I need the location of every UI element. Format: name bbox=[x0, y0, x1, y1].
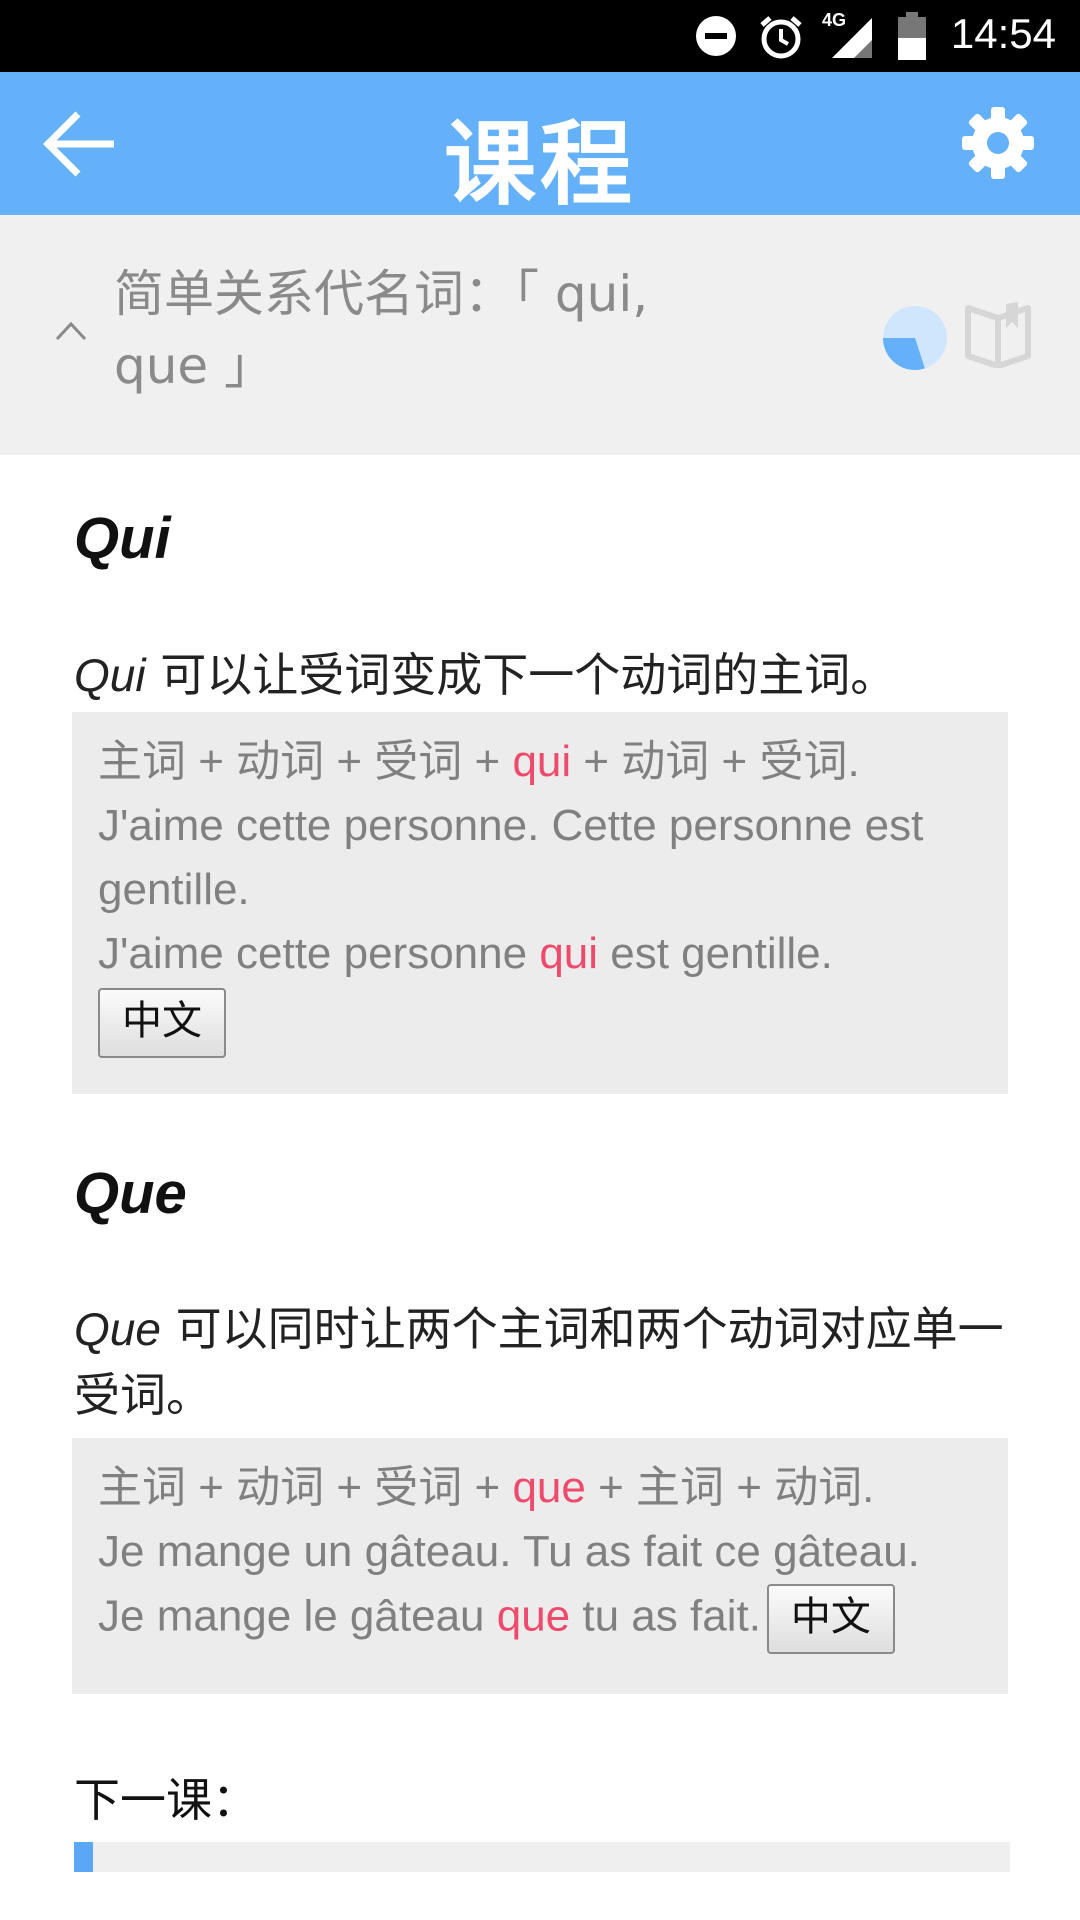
chinese-translation-button[interactable]: 中文 bbox=[98, 988, 226, 1058]
example-2-post: est gentille. bbox=[598, 929, 833, 978]
status-bar: 4G 14:54 bbox=[0, 0, 1080, 72]
example-2-post: tu as fait. bbox=[570, 1591, 761, 1641]
formula-pre: 主词 + 动词 + 受词 + bbox=[98, 1463, 513, 1512]
example-2-pre: Je mange le gâteau bbox=[98, 1591, 497, 1641]
section-intro-qui: Qui 可以让受词变成下一个动词的主词。 bbox=[74, 642, 1014, 708]
chinese-translation-button[interactable]: 中文 bbox=[766, 1584, 895, 1654]
lesson-progress-pie bbox=[883, 306, 947, 370]
next-lesson-progress-fill bbox=[74, 1842, 93, 1872]
section-intro-que: Que 可以同时让两个主词和两个动词对应单一受词。 bbox=[74, 1296, 1014, 1428]
formula-pre: 主词 + 动词 + 受词 + bbox=[98, 737, 513, 786]
example-2-pre: J'aime cette personne bbox=[98, 929, 540, 978]
intro-text: 可以同时让两个主词和两个动词对应单一受词。 bbox=[74, 1302, 1004, 1422]
example-sentence-2: J'aime cette personne qui est gentille. bbox=[98, 922, 982, 986]
formula-keyword: que bbox=[512, 1463, 586, 1512]
section-heading-qui: Qui bbox=[74, 506, 171, 571]
section-heading-que: Que bbox=[74, 1161, 187, 1226]
page-title: 课程 bbox=[443, 111, 636, 218]
example-box-qui: 主词 + 动词 + 受词 + qui + 动词 + 受词. J'aime cet… bbox=[72, 712, 1008, 1094]
formula-keyword: qui bbox=[512, 737, 572, 786]
lesson-title: 简单关系代名词：「 qui, que 」 bbox=[114, 265, 649, 395]
next-lesson-progress-bar[interactable] bbox=[74, 1842, 1010, 1872]
formula-post: + 主词 + 动词. bbox=[585, 1463, 875, 1512]
example-box-que: 主词 + 动词 + 受词 + que + 主词 + 动词. Je mange u… bbox=[72, 1438, 1008, 1694]
example-sentence-2: Je mange le gâteau que tu as fait. 中文 bbox=[98, 1584, 982, 1654]
formula-line: 主词 + 动词 + 受词 + qui + 动词 + 受词. bbox=[98, 730, 982, 794]
status-time: 14:54 bbox=[950, 10, 1056, 57]
formula-line: 主词 + 动词 + 受词 + que + 主词 + 动词. bbox=[98, 1456, 982, 1520]
example-2-keyword: que bbox=[496, 1591, 571, 1641]
example-2-keyword: qui bbox=[539, 929, 599, 978]
next-lesson-label: 下一课： bbox=[74, 1773, 258, 1827]
gear-icon bbox=[962, 107, 1034, 179]
app-bar: 课程 bbox=[0, 72, 1080, 218]
intro-text: 可以让受词变成下一个动词的主词。 bbox=[145, 648, 897, 702]
signal-icon bbox=[832, 18, 872, 58]
book-icon[interactable] bbox=[964, 298, 1032, 368]
formula-post: + 动词 + 受词. bbox=[571, 737, 860, 786]
example-sentence-1: Je mange un gâteau. Tu as fait ce gâteau… bbox=[98, 1527, 920, 1576]
battery-icon bbox=[898, 12, 926, 60]
intro-keyword: Qui bbox=[74, 649, 146, 701]
example-sentence-1: J'aime cette personne. Cette personne es… bbox=[98, 801, 924, 914]
do-not-disturb-icon bbox=[696, 16, 736, 56]
chevron-up-icon[interactable] bbox=[54, 318, 88, 342]
alarm-icon bbox=[760, 16, 802, 59]
settings-button[interactable] bbox=[960, 105, 1036, 181]
intro-keyword: Que bbox=[74, 1303, 161, 1355]
